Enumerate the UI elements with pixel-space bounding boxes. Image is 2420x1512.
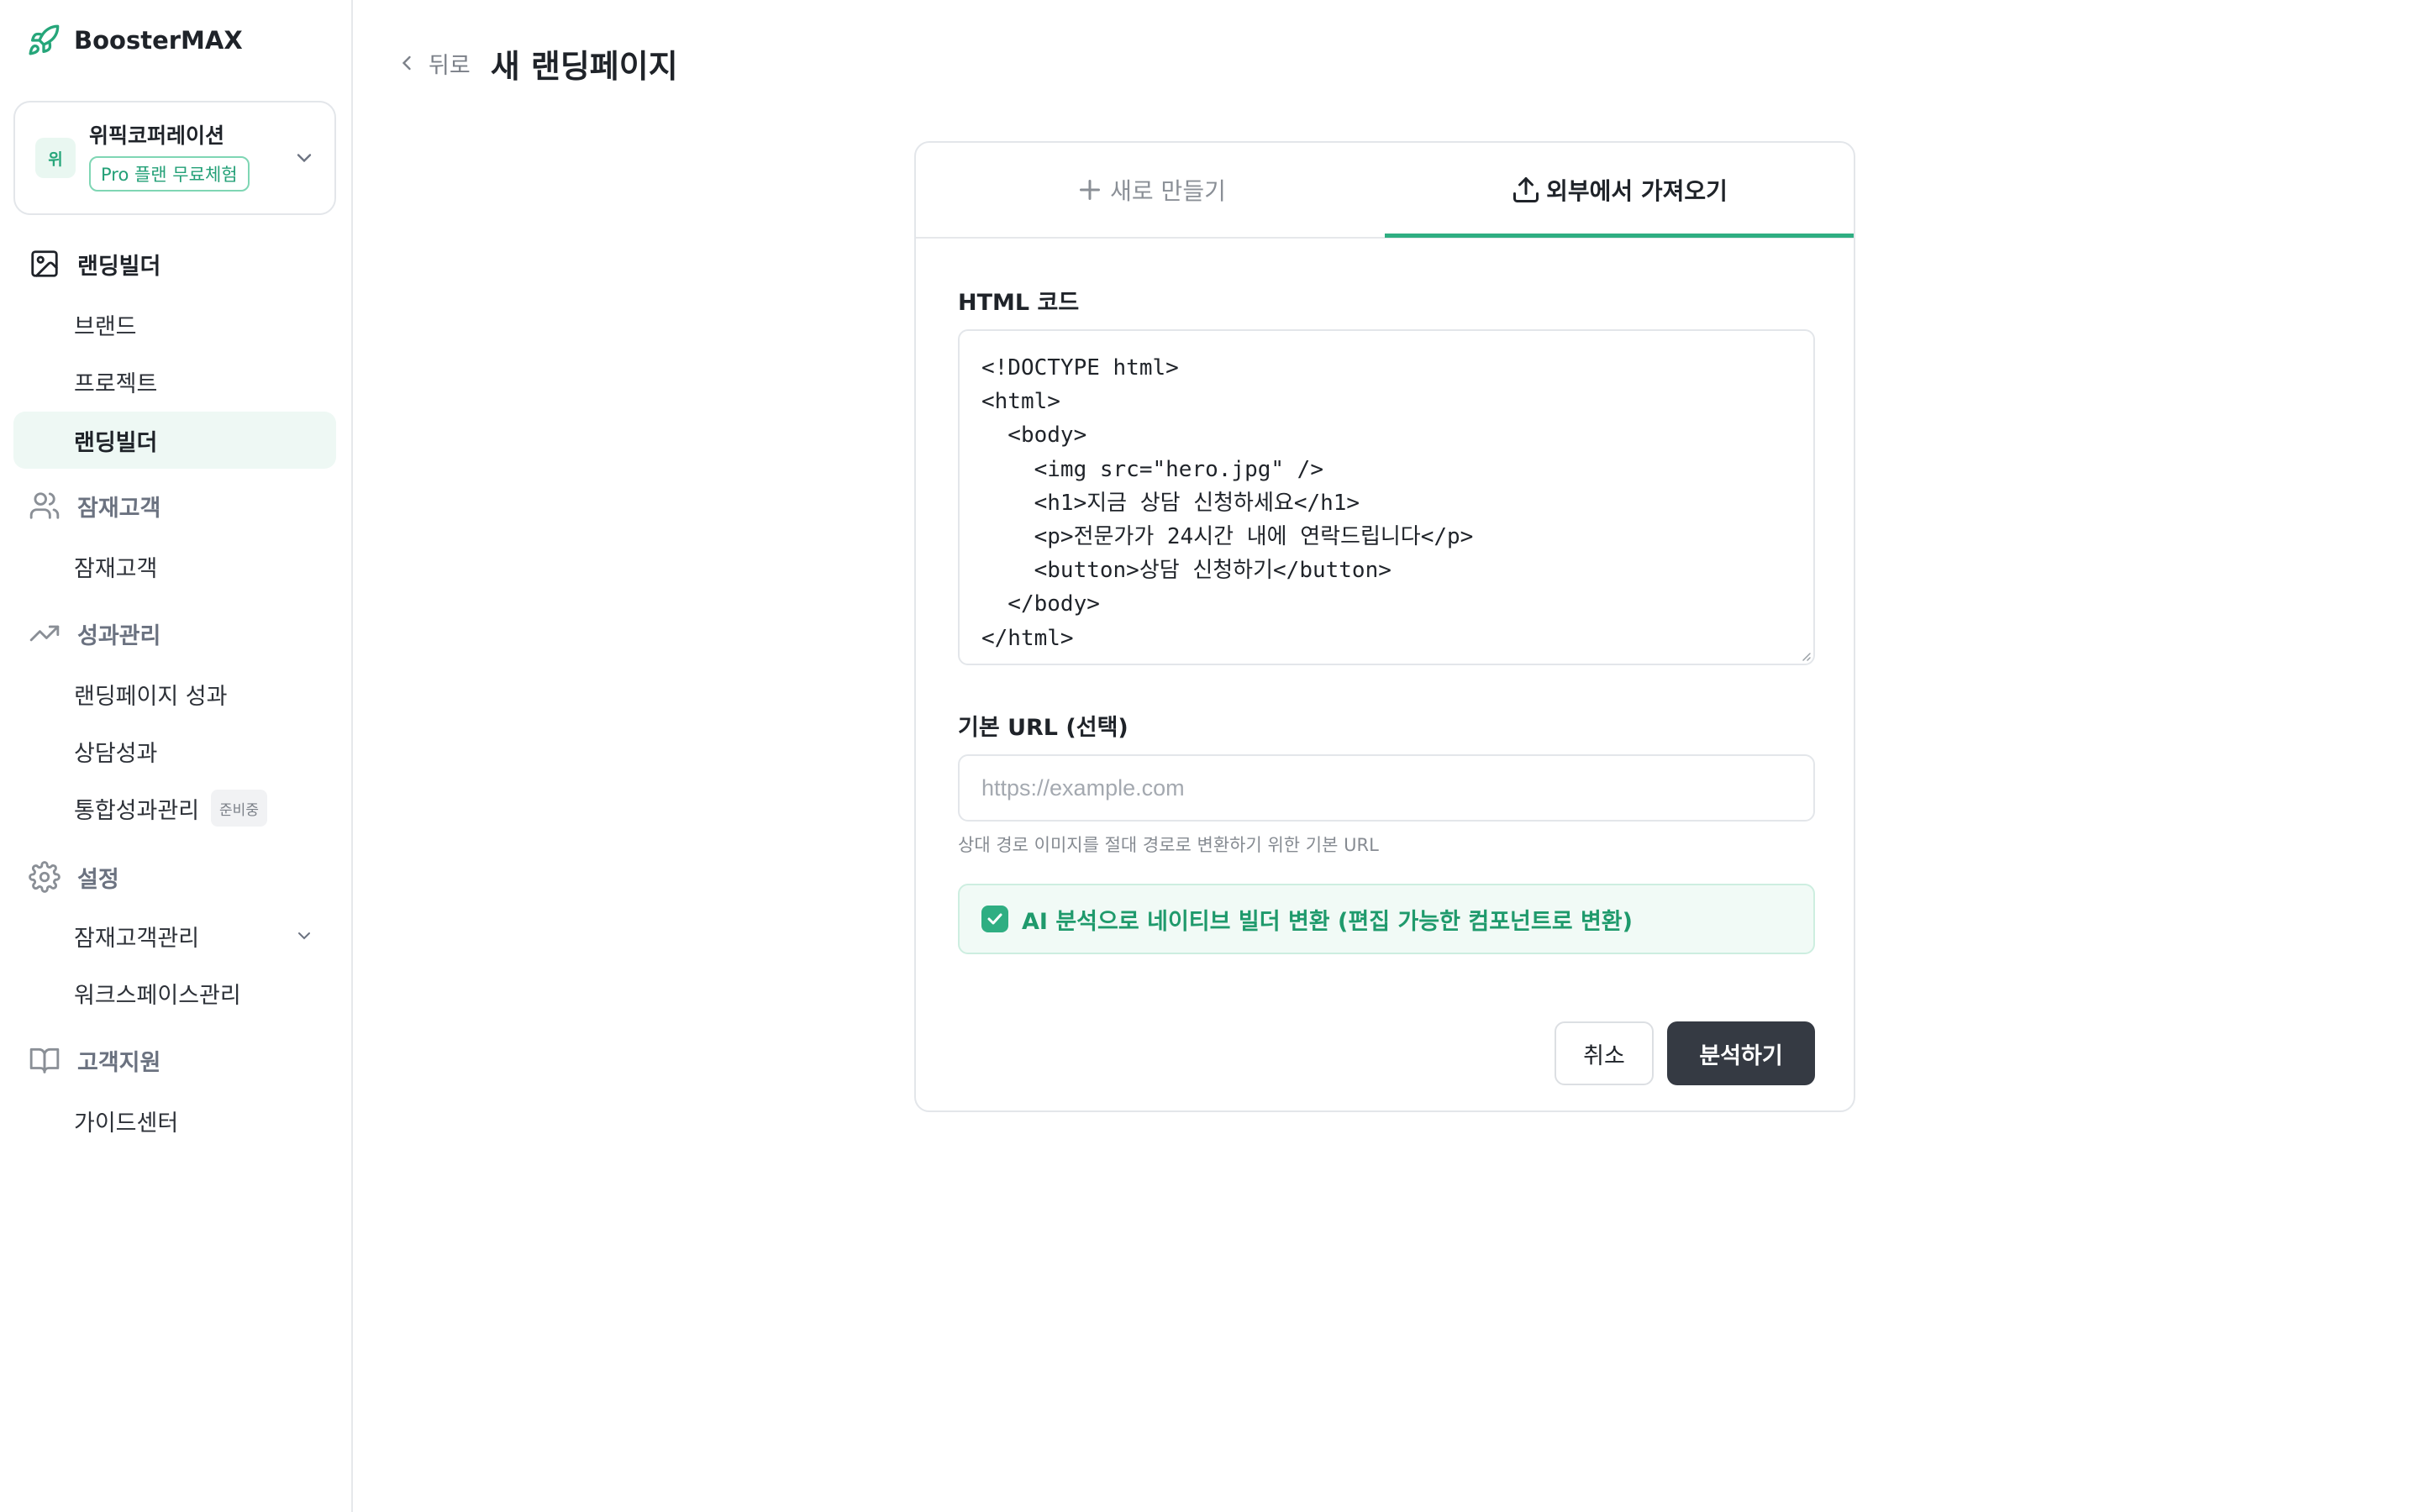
brand[interactable]: BoosterMAX <box>27 22 243 59</box>
sidebar-item-guide-center[interactable]: 가이드센터 <box>74 1104 178 1137</box>
sidebar-item-consult-performance[interactable]: 상담성과 <box>74 734 157 768</box>
sidebar-item-lead-management[interactable]: 잠재고객관리 <box>74 919 199 953</box>
users-icon <box>29 492 60 519</box>
nav-section-support[interactable]: 고객지원 <box>29 1042 160 1079</box>
base-url-input[interactable] <box>958 754 1815 822</box>
chevron-down-icon <box>297 154 312 163</box>
nav-section-label: 고객지원 <box>77 1049 161 1076</box>
tab-label: 외부에서 가져오기 <box>1546 177 1728 205</box>
tab-create-new[interactable]: 새로 만들기 <box>916 143 1385 237</box>
nav-section-label: 성과관리 <box>77 622 161 649</box>
workspace-switcher[interactable]: 위 위픽코퍼레이션 Pro 플랜 무료체험 <box>13 101 336 215</box>
ai-convert-checkbox[interactable] <box>981 906 1008 932</box>
tab-bar: 새로 만들기 외부에서 가져오기 <box>916 143 1854 239</box>
trending-up-icon <box>29 625 60 642</box>
active-nav-highlight <box>13 412 336 469</box>
workspace-name: 위픽코퍼레이션 <box>89 123 225 148</box>
book-icon <box>29 1047 60 1074</box>
coming-soon-badge: 준비중 <box>211 790 267 827</box>
sidebar-item-landing-performance[interactable]: 랜딩페이지 성과 <box>74 677 227 711</box>
brand-name: BoosterMAX <box>74 26 243 55</box>
rocket-icon <box>29 24 60 55</box>
sidebar-item-landing-builder[interactable]: 랜딩빌더 <box>74 423 157 457</box>
sidebar-item-integrated-performance[interactable]: 통합성과관리 준비중 <box>74 790 267 827</box>
import-card: 새로 만들기 외부에서 가져오기 HTML 코드 기본 URL (선택) 상대 … <box>914 141 1855 1112</box>
sidebar-item-brand[interactable]: 브랜드 <box>74 307 137 341</box>
workspace-avatar: 위 <box>35 138 76 178</box>
tab-label: 새로 만들기 <box>1110 177 1226 205</box>
upload-icon <box>1513 177 1539 202</box>
sidebar: BoosterMAX 위 위픽코퍼레이션 Pro 플랜 무료체험 랜딩빌더 브랜… <box>0 0 353 1512</box>
analyze-button[interactable]: 분석하기 <box>1667 1021 1815 1085</box>
sidebar-item-workspace-management[interactable]: 워크스페이스관리 <box>74 976 241 1010</box>
plan-badge: Pro 플랜 무료체험 <box>89 156 250 192</box>
check-icon <box>987 913 1002 925</box>
app-root: BoosterMAX 위 위픽코퍼레이션 Pro 플랜 무료체험 랜딩빌더 브랜… <box>0 0 2420 1512</box>
base-url-helper-text: 상대 경로 이미지를 절대 경로로 변환하기 위한 기본 URL <box>958 835 1379 855</box>
nav-section-label: 랜딩빌더 <box>77 253 161 280</box>
chevron-down-icon[interactable] <box>294 926 314 946</box>
base-url-label: 기본 URL (선택) <box>958 715 1128 741</box>
nav-section-landing-builder[interactable]: 랜딩빌더 <box>29 245 160 282</box>
nav-section-performance[interactable]: 성과관리 <box>29 615 160 652</box>
resize-handle-icon[interactable] <box>1798 648 1812 662</box>
nav-section-settings[interactable]: 설정 <box>29 858 119 895</box>
image-icon <box>31 250 58 277</box>
nav-section-label: 잠재고객 <box>77 495 161 522</box>
active-tab-indicator <box>1385 234 1854 238</box>
html-code-input[interactable] <box>958 329 1815 665</box>
ai-convert-label: AI 분석으로 네이티브 빌더 변환 (편집 가능한 컴포넌트로 변환) <box>1022 908 1633 935</box>
sidebar-item-leads[interactable]: 잠재고객 <box>74 549 157 583</box>
tab-import-external[interactable]: 외부에서 가져오기 <box>1385 143 1854 237</box>
nav-section-label: 설정 <box>77 866 119 893</box>
sidebar-item-project[interactable]: 프로젝트 <box>74 365 157 398</box>
page-header: 뒤로 새 랜딩페이지 <box>395 42 678 85</box>
ai-convert-option[interactable]: AI 분석으로 네이티브 빌더 변환 (편집 가능한 컴포넌트로 변환) <box>958 884 1815 954</box>
chevron-left-icon[interactable] <box>395 51 418 75</box>
cancel-button[interactable]: 취소 <box>1555 1021 1654 1085</box>
gear-icon <box>29 861 60 893</box>
back-link[interactable]: 뒤로 <box>429 47 471 80</box>
nav-section-leads[interactable]: 잠재고객 <box>29 487 160 524</box>
plus-icon <box>1080 180 1101 200</box>
html-code-label: HTML 코드 <box>958 290 1080 316</box>
page-title: 새 랜딩페이지 <box>490 47 678 85</box>
sidebar-item-label: 통합성과관리 <box>74 797 200 824</box>
